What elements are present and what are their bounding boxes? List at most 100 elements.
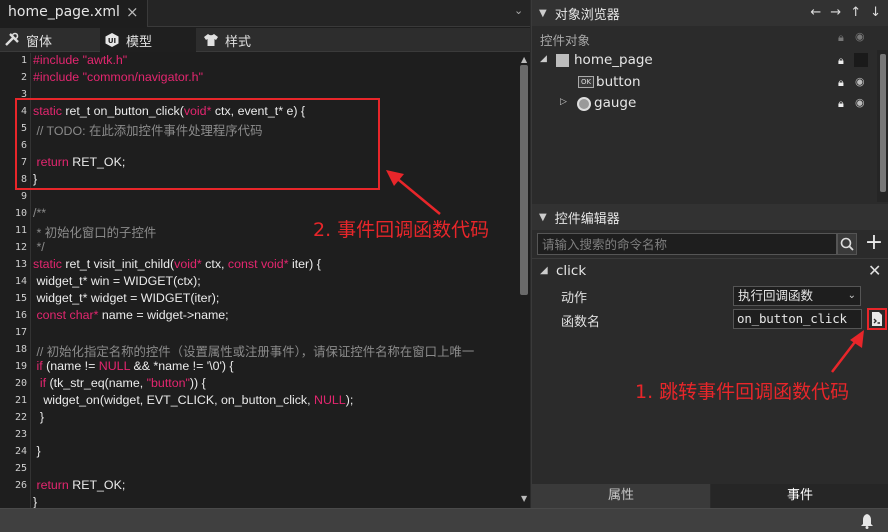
tree-item-label: button [596,74,641,90]
expanded-icon[interactable]: ◢ [540,54,547,64]
mode-tab-style[interactable]: 样式 [203,28,251,52]
code-line: static ret_t visit_init_child(void* ctx,… [33,257,321,271]
command-search-row: + [532,232,888,256]
eye-icon: ◉ [855,30,865,43]
status-bar [0,508,888,532]
mode-tab-model[interactable]: UI 模型 [100,28,196,52]
line-number: 23 [14,429,27,440]
chevron-down-icon[interactable]: ⌄ [514,4,523,17]
collapse-icon[interactable]: ▼ [539,212,547,223]
line-number: 9 [20,191,27,202]
arrow-up-icon[interactable]: ↑ [850,5,861,20]
code-line: #include "awtk.h" [33,53,128,67]
action-select[interactable]: 执行回调函数 ⌄ [733,286,861,306]
tree-item-gauge[interactable]: ▷ gauge 🔒︎ ◉ [532,93,877,114]
code-line: /** [33,206,47,220]
mode-tab-label: 样式 [225,34,252,50]
tree-item-button[interactable]: OK button 🔒︎ ◉ [532,72,877,93]
arrow-right-icon[interactable]: → [830,5,841,20]
file-tab-label: home_page.xml [8,4,120,20]
code-line: } [33,410,45,424]
file-tab[interactable]: home_page.xml × [0,0,148,27]
code-line: const char* name = widget->name; [33,308,229,322]
tools-icon [5,32,19,46]
bell-icon[interactable] [860,513,874,529]
line-number: 17 [14,327,27,338]
tree-item-label: home_page [574,52,653,68]
code-line: if (name != NULL && *name != '\0') { [33,359,234,373]
scrollbar-thumb[interactable] [520,65,528,295]
code-file-icon [872,312,882,326]
scroll-down-icon[interactable]: ▼ [521,494,527,503]
editor-scrollbar[interactable]: ▲ ▼ [518,53,530,508]
callback-highlight-box [15,98,380,190]
command-search-input[interactable] [537,233,837,255]
line-number: 26 [14,480,27,491]
function-name-input[interactable]: on_button_click [733,309,862,329]
code-line: } [33,444,41,458]
eye-icon[interactable]: ◉ [855,96,865,109]
function-name-label: 函数名 [561,315,601,330]
mode-bar: 窗体 UI 模型 样式 [0,28,530,52]
collapse-icon[interactable]: ◢ [540,265,548,276]
tab-properties[interactable]: 属性 [532,484,710,508]
line-number: 24 [14,446,27,457]
visibility-toggle[interactable] [854,53,868,67]
line-number: 10 [14,208,27,219]
mode-tab-window[interactable]: 窗体 [4,28,52,52]
editor-tab-bar: home_page.xml × ⌄ [0,0,530,27]
tree-scrollbar[interactable] [877,50,888,202]
scroll-up-icon[interactable]: ▲ [521,55,527,64]
arrow-down-icon[interactable]: ↓ [870,5,881,20]
tree-item-home-page[interactable]: ◢ home_page 🔒︎ [532,50,877,71]
action-label: 动作 [561,291,588,306]
line-number: 12 [14,242,27,253]
callback-code-annotation: 2. 事件回调函数代码 [313,219,490,241]
close-icon[interactable]: ✕ [868,261,881,280]
widget-editor-header: ▼ 控件编辑器 [532,204,888,230]
object-browser-title: 对象浏览器 [554,7,620,23]
line-number: 19 [14,361,27,372]
chevron-down-icon: ⌄ [847,290,856,301]
button-icon: OK [578,76,594,88]
code-editor-pane: home_page.xml × ⌄ 窗体 UI 模型 样式 1 2 3 4 5 … [0,0,530,509]
shirt-icon [204,34,218,46]
lock-icon[interactable]: 🔒︎ [838,54,844,68]
collapsed-icon[interactable]: ▷ [560,97,567,107]
collapse-icon[interactable]: ▼ [539,8,547,19]
line-number: 20 [14,378,27,389]
line-number: 18 [14,344,27,355]
mode-tab-label: 模型 [126,34,153,50]
tree-column-label: 控件对象 [540,33,591,48]
code-line: widget_t* widget = WIDGET(iter); [33,291,220,305]
add-event-button[interactable]: + [864,232,884,255]
object-browser-header: ▼ 对象浏览器 ← → ↑ ↓ [532,0,888,26]
line-number: 22 [14,412,27,423]
line-number: 1 [20,55,27,66]
code-line: widget_on(widget, EVT_CLICK, on_button_c… [33,393,354,407]
code-line: // 初始化指定名称的控件（设置属性或注册事件），请保证控件名称在窗口上唯一 [33,345,475,359]
jump-annotation: 1. 跳转事件回调函数代码 [635,381,850,403]
close-icon[interactable]: × [126,3,139,21]
eye-icon[interactable]: ◉ [855,75,865,88]
scrollbar-thumb[interactable] [880,54,886,192]
code-line: * 初始化窗口的子控件 [33,226,157,240]
line-number: 16 [14,310,27,321]
arrow-left-icon[interactable]: ← [810,5,821,20]
mode-tab-label: 窗体 [26,34,53,50]
ui-icon: UI [105,33,119,47]
event-name: click [556,263,587,279]
search-button[interactable] [837,233,857,255]
code-line: #include "common/navigator.h" [33,70,203,84]
lock-icon[interactable]: 🔒︎ [838,97,844,111]
event-header-click[interactable]: ◢ click ✕ [532,261,888,283]
code-line: widget_t* win = WIDGET(ctx); [33,274,201,288]
lock-icon[interactable]: 🔒︎ [838,76,844,90]
line-number: 25 [14,463,27,474]
code-line: */ [33,240,45,254]
jump-to-code-button[interactable] [867,308,887,330]
code-line: if (tk_str_eq(name, "button")) { [33,376,206,390]
action-value: 执行回调函数 [738,288,814,303]
tab-events[interactable]: 事件 [711,484,888,508]
divider [532,258,888,259]
